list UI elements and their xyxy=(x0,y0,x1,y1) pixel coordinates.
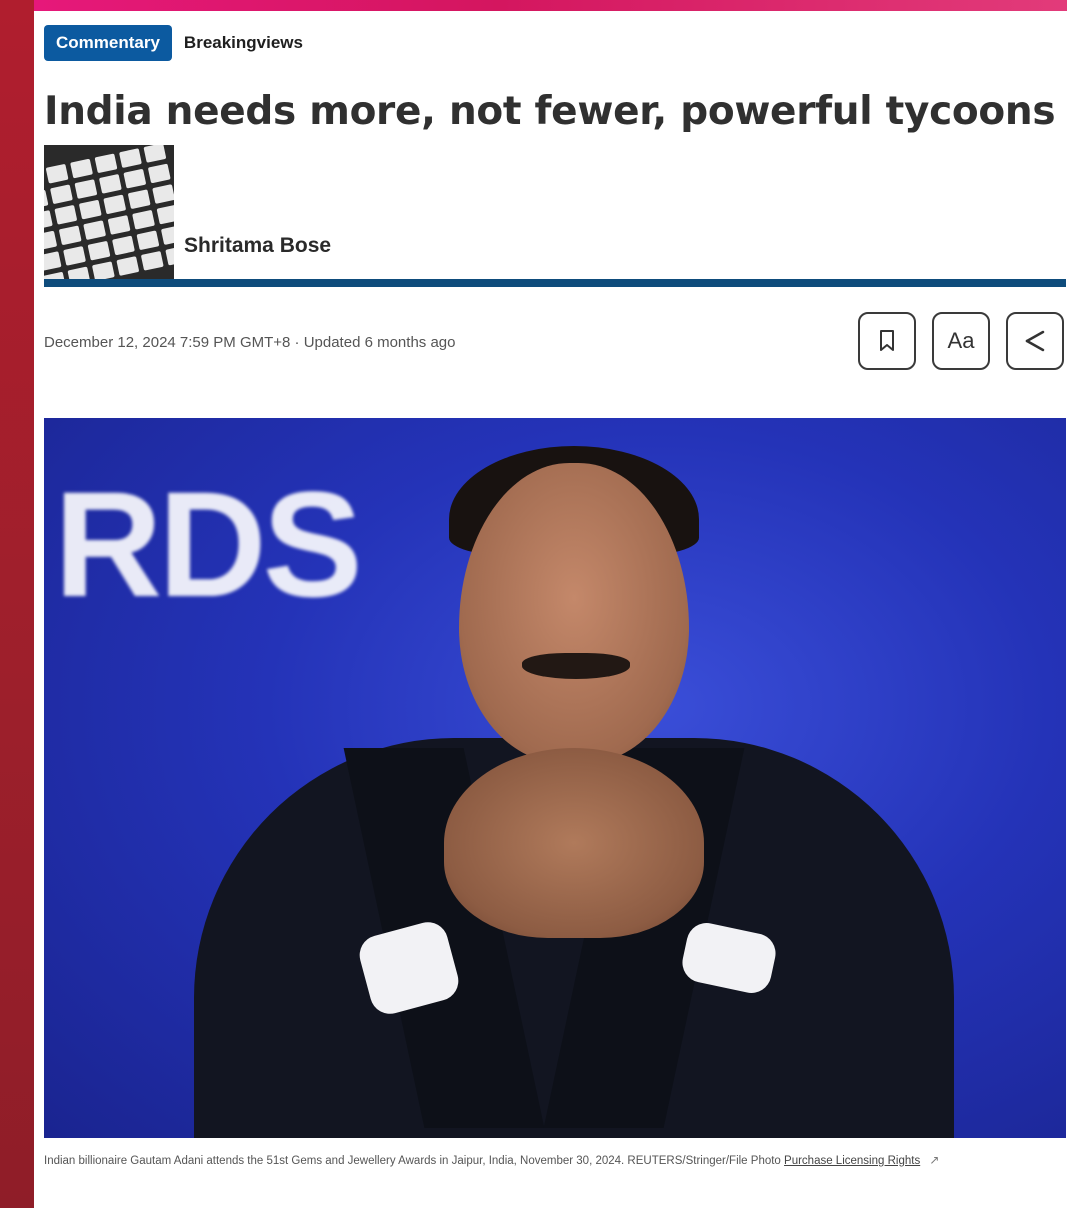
subject-mustache xyxy=(522,653,630,679)
share-button[interactable] xyxy=(1006,312,1064,370)
author-avatar[interactable] xyxy=(44,145,174,280)
top-strip xyxy=(34,0,1067,11)
meta-row: December 12, 2024 7:59 PM GMT+8 · Update… xyxy=(44,292,1064,378)
article-tools: Aa xyxy=(858,312,1064,370)
text-size-button[interactable]: Aa xyxy=(932,312,990,370)
hero-backdrop-text: RDS xyxy=(54,460,363,628)
bookmark-button[interactable] xyxy=(858,312,916,370)
byline: Shritama Bose xyxy=(44,142,1066,287)
article-header: Commentary Breakingviews India needs mor… xyxy=(44,22,1066,378)
author-name[interactable]: Shritama Bose xyxy=(184,234,331,258)
left-rail xyxy=(0,0,34,1208)
breakingviews-tag[interactable]: Breakingviews xyxy=(184,33,303,53)
dateline: December 12, 2024 7:59 PM GMT+8 · Update… xyxy=(44,334,456,351)
subject-hands xyxy=(444,748,704,938)
tag-row: Commentary Breakingviews xyxy=(44,22,1064,64)
headline: India needs more, not fewer, powerful ty… xyxy=(44,89,1056,134)
external-link-icon: ↗ xyxy=(929,1153,940,1167)
purchase-licensing-link[interactable]: Purchase Licensing Rights xyxy=(784,1155,920,1167)
caption-text: Indian billionaire Gautam Adani attends … xyxy=(44,1155,781,1167)
share-icon xyxy=(1025,330,1045,352)
commentary-tag[interactable]: Commentary xyxy=(44,25,172,61)
hero-photo: RDS xyxy=(44,418,1066,1138)
byline-divider xyxy=(44,279,1066,287)
subject-face xyxy=(459,463,689,763)
bookmark-icon xyxy=(880,330,894,351)
photo-caption: Indian billionaire Gautam Adani attends … xyxy=(44,1148,1054,1173)
